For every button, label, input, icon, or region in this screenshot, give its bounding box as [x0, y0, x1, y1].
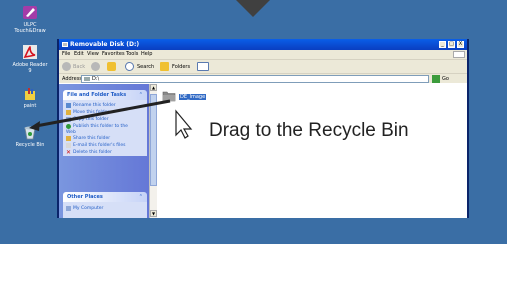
task-rename-folder[interactable]: Rename this folder [66, 103, 116, 109]
task-share-folder[interactable]: Share this folder [66, 136, 110, 142]
other-places-list: My Computer [63, 202, 147, 218]
folder-icon[interactable] [162, 90, 176, 102]
task-group-title: File and Folder Tasks [67, 92, 127, 98]
folder-up-icon[interactable] [107, 62, 116, 71]
desktop-icon-adobe-reader[interactable]: Adobe Reader 9 [8, 44, 52, 74]
desktop-icon-label: Adobe Reader 9 [12, 62, 48, 74]
scroll-thumb[interactable] [150, 94, 157, 186]
rename-icon [66, 103, 71, 108]
pointer-arrow-icon [236, 0, 270, 17]
search-button[interactable]: Search [137, 60, 154, 74]
file-folder-tasks-list: Rename this folder Move this folder Copy… [63, 100, 147, 156]
close-button[interactable]: X [457, 41, 464, 48]
task-email-files[interactable]: E-mail this folder's files [66, 143, 125, 149]
task-pane: File and Folder Tasks ⌃ Rename this fold… [59, 84, 157, 218]
paint-icon [25, 88, 35, 100]
desktop-icon-paint[interactable]: paint [8, 87, 52, 109]
move-icon [66, 110, 71, 115]
address-value: D:\ [92, 76, 100, 82]
menu-favorites[interactable]: Favorites [102, 50, 125, 59]
task-group-title: Other Places [67, 194, 103, 200]
copy-icon [66, 117, 71, 122]
back-button-label[interactable]: Back [73, 60, 85, 74]
drive-icon [62, 42, 68, 47]
folder-name[interactable]: DE_Image [179, 94, 207, 100]
chevron-up-icon[interactable]: ⌃ [139, 90, 143, 100]
recycle-bin-icon [24, 126, 36, 140]
scroll-up-button[interactable]: ▲ [150, 84, 157, 91]
desktop-icon-touchdraw[interactable]: ULPC Touch&Draw [8, 5, 52, 34]
globe-icon [66, 124, 71, 129]
adobe-reader-icon [23, 45, 37, 59]
menu-edit[interactable]: Edit [74, 50, 84, 59]
desktop-icon-label: Recycle Bin [15, 142, 45, 148]
menu-tools[interactable]: Tools [126, 50, 138, 59]
chevron-up-icon[interactable]: ⌃ [139, 192, 143, 202]
task-delete-folder[interactable]: ✕ Delete this folder [66, 150, 112, 156]
place-my-computer[interactable]: My Computer [66, 206, 103, 212]
folders-icon [160, 62, 169, 71]
task-publish-folder[interactable]: Publish this folder to the Web [66, 124, 138, 136]
desktop-icon-recycle-bin[interactable]: Recycle Bin [8, 125, 52, 148]
forward-arrow-icon[interactable] [91, 62, 100, 71]
menu-bar: File Edit View Favorites Tools Help [59, 50, 467, 59]
back-arrow-icon[interactable] [62, 62, 71, 71]
email-icon [66, 143, 71, 148]
desktop-icon-label: ULPC Touch&Draw [14, 22, 46, 34]
file-folder-tasks-header[interactable]: File and Folder Tasks ⌃ [63, 90, 147, 100]
other-places-header[interactable]: Other Places ⌃ [63, 192, 147, 202]
menu-file[interactable]: File [62, 50, 70, 59]
views-icon[interactable] [197, 62, 209, 71]
desktop: ULPC Touch&Draw Adobe Reader 9 paint Rec… [0, 0, 507, 281]
computer-icon [66, 206, 71, 211]
go-button[interactable]: Go [442, 74, 449, 84]
folder-content-area: DE_Image [157, 84, 467, 218]
minimize-button[interactable]: _ [439, 41, 446, 48]
desktop-bottom-strip [0, 244, 507, 281]
address-label: Address [62, 76, 82, 82]
go-arrow-icon[interactable] [432, 75, 440, 83]
folders-button[interactable]: Folders [172, 60, 190, 74]
desktop-icon-label: paint [23, 103, 37, 109]
share-icon [66, 136, 71, 141]
title-bar[interactable]: Removable Disk (D:) _ □ X [59, 39, 467, 50]
task-copy-folder[interactable]: Copy this folder [66, 117, 109, 123]
scroll-down-button[interactable]: ▼ [150, 210, 157, 217]
maximize-button[interactable]: □ [448, 41, 455, 48]
menu-view[interactable]: View [87, 50, 99, 59]
task-pane-scrollbar[interactable]: ▲ ▼ [149, 84, 157, 218]
windows-logo-icon [453, 51, 465, 58]
menu-help[interactable]: Help [141, 50, 152, 59]
touchdraw-icon [23, 6, 37, 19]
instruction-text: Drag to the Recycle Bin [209, 120, 409, 141]
drive-icon [84, 77, 90, 81]
window-title: Removable Disk (D:) [70, 41, 140, 48]
address-bar: Address D:\ Go [59, 73, 467, 83]
search-icon [125, 62, 134, 71]
task-move-folder[interactable]: Move this folder [66, 110, 109, 116]
delete-x-icon: ✕ [66, 149, 72, 156]
toolbar: Back Search Folders [59, 59, 467, 73]
address-input[interactable]: D:\ [81, 75, 429, 83]
